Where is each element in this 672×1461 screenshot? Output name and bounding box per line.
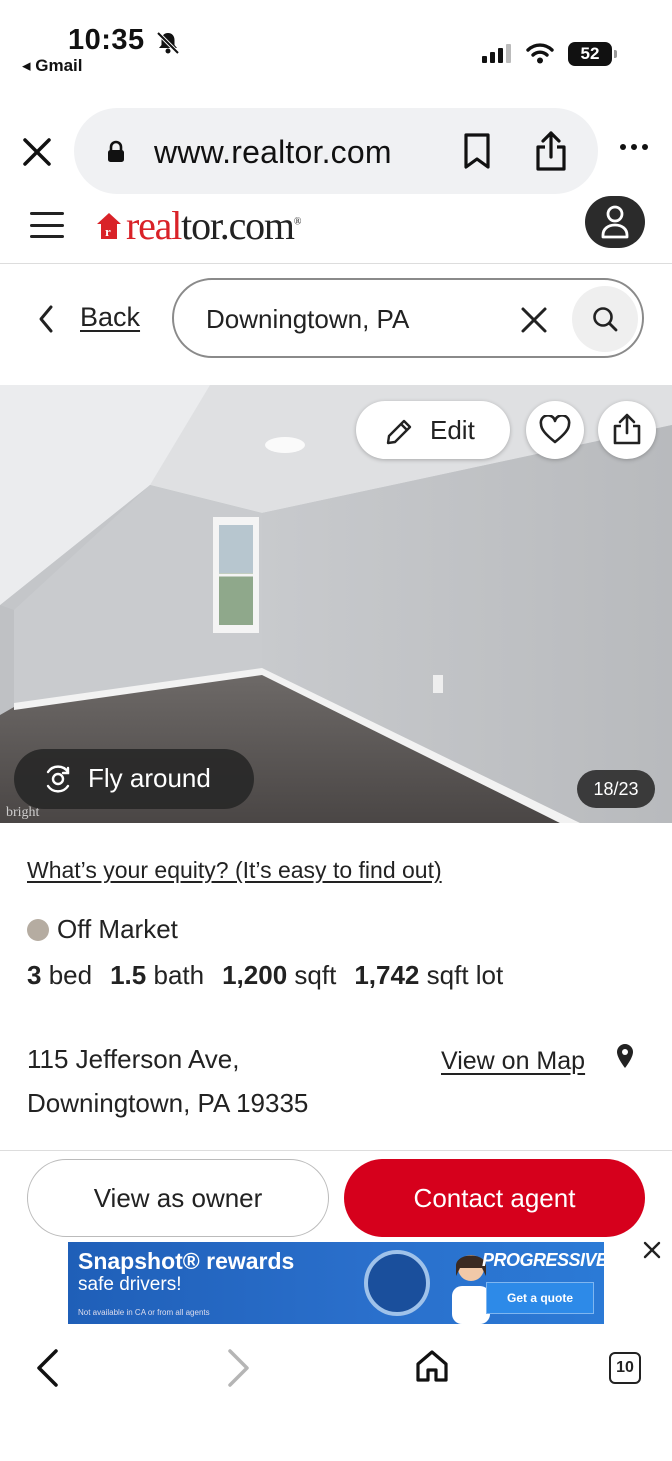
bell-muted-icon: [156, 31, 180, 55]
status-text: Off Market: [57, 914, 178, 944]
address-bar[interactable]: www.realtor.com: [74, 108, 598, 194]
lot-stat: 1,742 sqft lot: [354, 960, 504, 990]
equity-link[interactable]: What’s your equity? (It’s easy to find o…: [27, 857, 442, 884]
clear-search-icon[interactable]: [520, 306, 548, 334]
url-text: www.realtor.com: [154, 134, 392, 170]
logo-wordmark: realtor.com®: [126, 203, 302, 248]
market-status: Off Market: [27, 914, 178, 945]
cellular-signal-icon: [482, 44, 511, 63]
lock-icon: [108, 140, 124, 162]
status-dot-icon: [27, 918, 49, 941]
tabs-count-button[interactable]: 10: [609, 1352, 641, 1384]
contact-agent-button[interactable]: Contact agent: [344, 1159, 645, 1237]
address-line-1: 115 Jefferson Ave,: [27, 1044, 240, 1074]
share-icon[interactable]: [534, 130, 568, 172]
back-link[interactable]: Back: [80, 302, 140, 333]
sqft-stat: 1,200 sqft: [222, 960, 337, 990]
beds-stat: 3 bed: [27, 960, 93, 990]
more-options-icon[interactable]: [620, 144, 648, 150]
search-row: Back: [0, 278, 672, 360]
realtor-logo[interactable]: r realtor.com®: [96, 202, 302, 249]
view-as-owner-button[interactable]: View as owner: [27, 1159, 329, 1237]
save-favorite-button[interactable]: [526, 401, 584, 459]
address-line-2: Downingtown, PA 19335: [27, 1088, 309, 1118]
svg-text:r: r: [105, 224, 111, 239]
share-icon: [613, 413, 641, 445]
search-icon: [593, 307, 618, 332]
ad-title: Snapshot® rewards: [78, 1248, 295, 1274]
account-avatar[interactable]: [585, 196, 645, 248]
view-on-map-link[interactable]: View on Map: [441, 1047, 585, 1076]
bookmark-icon[interactable]: [462, 132, 492, 170]
share-listing-button[interactable]: [598, 401, 656, 459]
chevron-left-icon[interactable]: [36, 304, 56, 334]
listing-photo[interactable]: Edit Fly around 18/23 bright: [0, 385, 672, 823]
search-button[interactable]: [572, 286, 638, 352]
ad-subtitle: safe drivers!: [78, 1274, 182, 1295]
advertisement-banner[interactable]: Snapshot® rewards safe drivers! Not avai…: [68, 1242, 604, 1324]
close-icon[interactable]: [20, 135, 54, 169]
steering-wheel-icon: [364, 1250, 430, 1316]
status-time: 10:35: [68, 24, 145, 56]
ad-fine-print: Not available in CA or from all agents: [78, 1308, 210, 1317]
browser-bottom-nav: 10: [0, 1332, 672, 1404]
forward-arrow-icon[interactable]: [226, 1348, 252, 1388]
home-icon[interactable]: [414, 1348, 450, 1384]
mls-watermark: bright: [6, 805, 40, 820]
back-to-gmail[interactable]: ◂ Gmail: [22, 56, 83, 76]
photo-counter: 18/23: [577, 770, 655, 808]
close-ad-icon[interactable]: [642, 1240, 662, 1260]
back-arrow-icon[interactable]: [34, 1348, 60, 1388]
drone-icon: [46, 765, 70, 793]
battery-indicator: 52: [568, 42, 617, 66]
search-input[interactable]: [206, 300, 496, 338]
status-bar: 10:35 ◂ Gmail 52: [0, 0, 672, 90]
fly-around-label: Fly around: [88, 763, 211, 793]
user-icon: [601, 205, 629, 239]
house-logo-icon: r: [97, 212, 121, 239]
map-pin-icon[interactable]: [615, 1042, 635, 1070]
baths-stat: 1.5 bath: [110, 960, 205, 990]
heart-icon: [539, 415, 571, 444]
ad-get-quote-button[interactable]: Get a quote: [486, 1282, 594, 1314]
fly-around-button[interactable]: Fly around: [14, 749, 254, 809]
ad-brand: PROGRESSIVE: [482, 1250, 604, 1270]
menu-icon[interactable]: [30, 212, 64, 238]
pencil-icon: [386, 419, 412, 445]
property-stats: 3 bed 1.5 bath 1,200 sqft 1,742 sqft lot: [27, 960, 503, 991]
search-box: [172, 278, 644, 358]
site-header: r realtor.com®: [0, 196, 672, 264]
browser-toolbar: www.realtor.com: [0, 106, 672, 196]
cta-bar: View as owner Contact agent: [0, 1150, 672, 1242]
edit-button[interactable]: Edit: [356, 401, 510, 459]
edit-label: Edit: [430, 415, 475, 445]
wifi-icon: [526, 43, 554, 64]
